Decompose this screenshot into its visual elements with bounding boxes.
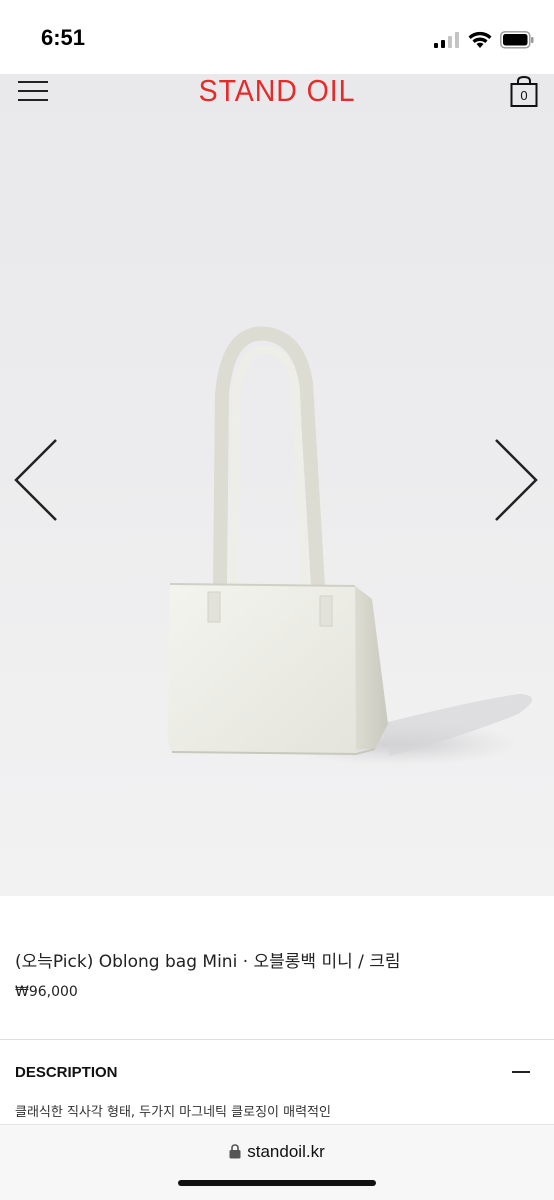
chevron-right-icon — [495, 439, 538, 521]
previous-image-button[interactable] — [10, 436, 60, 526]
status-icons — [434, 28, 534, 52]
product-price: ₩96,000 — [15, 984, 78, 1000]
status-bar: 6:51 — [0, 0, 554, 74]
chevron-left-icon — [14, 439, 57, 521]
next-image-button[interactable] — [492, 436, 542, 526]
battery-icon — [500, 31, 534, 49]
signal-icon — [434, 32, 459, 48]
cart-count: 0 — [520, 88, 528, 103]
url-text: standoil.kr — [247, 1142, 325, 1161]
product-image-gallery[interactable] — [0, 74, 554, 896]
home-indicator — [178, 1180, 376, 1186]
lock-icon — [229, 1144, 241, 1159]
product-page: 6:51 STAND OIL 0 (오늑Pick) Oblong bag Min… — [0, 0, 554, 1200]
description-text: 클래식한 직사각 형태, 두가지 마그네틱 클로징이 매력적인 — [15, 1105, 331, 1120]
status-time: 6:51 — [41, 25, 86, 50]
brand-logo[interactable]: STAND OIL — [22, 73, 532, 109]
browser-address-bar: standoil.kr — [0, 1124, 554, 1200]
wifi-icon — [468, 31, 492, 48]
cart-button[interactable]: 0 — [510, 75, 538, 108]
url-field[interactable]: standoil.kr — [0, 1142, 554, 1162]
section-divider — [0, 1039, 554, 1040]
description-heading[interactable]: DESCRIPTION — [15, 1064, 118, 1081]
product-title: (오늑Pick) Oblong bag Mini · 오블롱백 미니 / 크림 — [15, 952, 401, 972]
white-shoulder-bag-photo — [167, 326, 533, 766]
minus-icon[interactable] — [512, 1071, 530, 1073]
